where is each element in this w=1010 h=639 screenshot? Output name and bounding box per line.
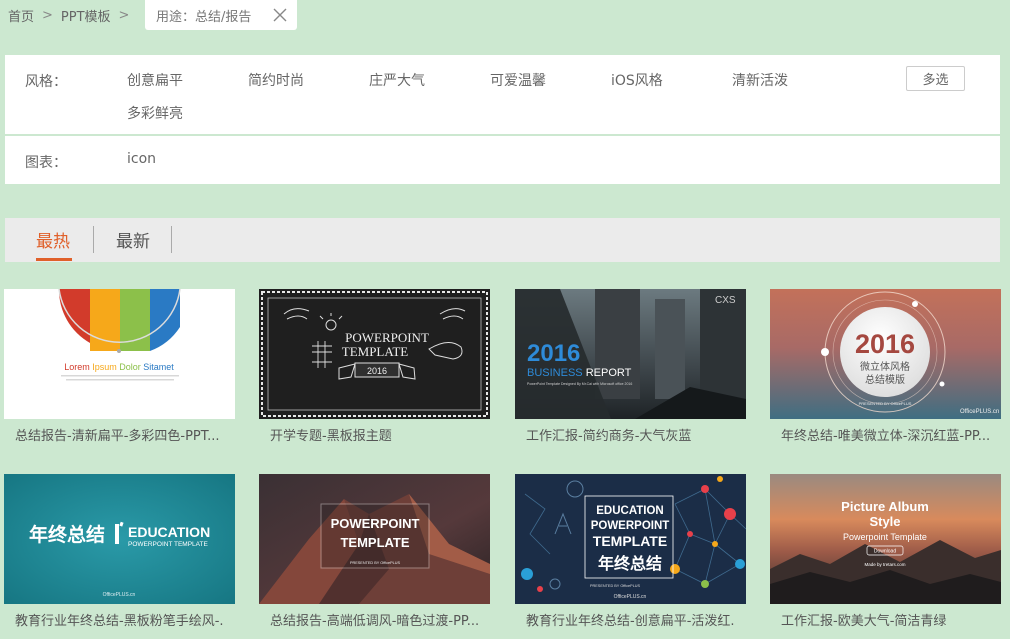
style-option-cute[interactable]: 可爱温馨 (490, 70, 546, 90)
tab-divider (93, 226, 94, 253)
svg-text:BUSINESS REPORT: BUSINESS REPORT (527, 367, 632, 379)
thumb-brand: CXS (715, 295, 736, 306)
thumb-brand: OfficePLUS.cn (960, 409, 999, 415)
thumb-line2: TEMPLATE (340, 535, 409, 550)
thumb-line1: Picture Album (841, 499, 929, 514)
breadcrumb-separator: > (118, 7, 130, 23)
thumb-report: REPORT (583, 367, 632, 379)
template-card[interactable]: 2016 微立体风格 总结模版 PRESENTED BY OfficePLUS … (770, 289, 1001, 444)
template-title: 总结报告-清新扁平-多彩四色-PPT... (15, 429, 220, 444)
template-title: 工作汇报-欧美大气-简洁青绿 (781, 614, 947, 629)
thumb-presented: PRESENTED BY OfficePLUS (859, 401, 912, 406)
breadcrumb-home[interactable]: 首页 (8, 6, 34, 25)
thumb-presented: PRESENTED BY OfficePLUS (350, 561, 401, 565)
style-option-colorful[interactable]: 多彩鲜亮 (127, 103, 183, 123)
style-option-fresh[interactable]: 清新活泼 (732, 70, 788, 90)
template-thumbnail: 2016 微立体风格 总结模版 PRESENTED BY OfficePLUS … (770, 289, 1001, 419)
thumb-year: 2016 (367, 366, 387, 376)
style-option-ios[interactable]: iOS风格 (611, 70, 663, 90)
thumb-year: 2016 (855, 329, 915, 359)
thumb-brand: OfficePLUS.cn (103, 592, 136, 598)
thumb-business: BUSINESS (527, 367, 583, 379)
template-title: 教育行业年终总结-黑板粉笔手绘风-... (15, 614, 224, 629)
sort-tab-bar: 最热 最新 (5, 218, 1000, 262)
thumb-heading-part: Sitamet (143, 362, 174, 372)
thumb-cn-title: 年终总结 (29, 523, 105, 546)
style-option-flat[interactable]: 创意扁平 (127, 70, 183, 90)
style-filter-label: 风格： (25, 74, 67, 90)
thumb-sub1: 微立体风格 (860, 360, 910, 373)
thumb-sub: Powerpoint Template (843, 532, 927, 542)
thumb-heading-part: Ipsum (92, 362, 119, 372)
breadcrumb-ppt-templates[interactable]: PPT模板 (61, 6, 111, 25)
thumb-heading-part: Dolor (119, 362, 143, 372)
active-filter-tag: 用途：总结/报告 (145, 0, 297, 30)
template-card[interactable]: EDUCATION POWERPOINT TEMPLATE 年终总结 PRESE… (515, 474, 746, 629)
tab-divider (171, 226, 172, 253)
template-card[interactable]: Lorem Ipsum Dolor Sitamet 总结报告-清新扁平-多彩四色… (4, 289, 235, 444)
template-thumbnail: Lorem Ipsum Dolor Sitamet (4, 289, 235, 419)
active-filter-label: 用途：总结/报告 (156, 9, 252, 25)
active-tab-indicator (36, 258, 72, 261)
chart-filter-label: 图表： (25, 155, 67, 171)
template-thumbnail: 2016 BUSINESS REPORT PowerPoint Template… (515, 289, 746, 419)
template-thumbnail: POWERPOINT TEMPLATE PRESENTED BY OfficeP… (259, 474, 490, 604)
template-title: 年终总结-唯美微立体-深沉红蓝-PP... (781, 429, 990, 444)
svg-text:Lorem Ipsum Dolor Sitamet: Lorem Ipsum Dolor Sitamet (64, 362, 174, 372)
thumb-line1: EDUCATION (596, 505, 664, 517)
template-thumbnail: POWERPOINT TEMPLATE 2016 (259, 289, 490, 419)
template-card[interactable]: Picture Album Style Powerpoint Template … (770, 474, 1001, 629)
template-card[interactable]: POWERPOINT TEMPLATE PRESENTED BY OfficeP… (259, 474, 490, 629)
breadcrumb: 首页 > PPT模板 > (8, 0, 137, 30)
template-title: 总结报告-高端低调风-暗色过渡-PP... (270, 614, 479, 629)
thumb-made-by: Made by tretars.com (864, 562, 905, 567)
thumb-line2: TEMPLATE (342, 344, 409, 359)
thumb-line1: POWERPOINT (345, 330, 429, 345)
multi-select-button[interactable]: 多选 (906, 66, 965, 91)
tab-newest[interactable]: 最新 (116, 227, 150, 252)
thumb-line2: POWERPOINT (591, 520, 670, 532)
template-thumbnail: EDUCATION POWERPOINT TEMPLATE 年终总结 PRESE… (515, 474, 746, 604)
chart-option-icon[interactable]: icon (127, 151, 156, 167)
style-filter-panel: 风格： 创意扁平 简约时尚 庄严大气 可爱温馨 iOS风格 清新活泼 多彩鲜亮 … (5, 55, 1000, 134)
template-title: 工作汇报-简约商务-大气灰蓝 (526, 429, 692, 444)
template-thumbnail: 年终总结 EDUCATION POWERPOINT TEMPLATE Offic… (4, 474, 235, 604)
close-icon[interactable] (272, 7, 288, 23)
thumb-download-button: Download (874, 549, 896, 555)
thumb-line2: Style (869, 514, 900, 529)
breadcrumb-separator: > (42, 7, 53, 23)
style-option-grand[interactable]: 庄严大气 (369, 70, 425, 90)
thumb-line3: TEMPLATE (593, 533, 667, 549)
template-title: 开学专题-黑板报主题 (270, 429, 392, 444)
thumb-heading-part: Lorem (64, 362, 92, 372)
thumb-sub2: 总结模版 (865, 373, 905, 386)
template-thumbnail: Picture Album Style Powerpoint Template … (770, 474, 1001, 604)
style-option-simple[interactable]: 简约时尚 (248, 70, 304, 90)
chart-filter-panel: 图表： icon (5, 136, 1000, 184)
tab-hottest[interactable]: 最热 (36, 227, 70, 252)
template-card[interactable]: 年终总结 EDUCATION POWERPOINT TEMPLATE Offic… (4, 474, 235, 629)
template-card[interactable]: POWERPOINT TEMPLATE 2016 开学专题-黑板报主题 (259, 289, 490, 444)
thumb-cn-title: 年终总结 (598, 554, 662, 573)
template-card[interactable]: 2016 BUSINESS REPORT PowerPoint Template… (515, 289, 746, 444)
thumb-year: 2016 (527, 340, 580, 367)
template-title: 教育行业年终总结-创意扁平-活泼红... (526, 614, 735, 629)
thumb-presented: PRESENTED BY OfficePLUS (590, 584, 641, 588)
thumb-brand: OfficePLUS.cn (614, 594, 647, 600)
thumb-en2: POWERPOINT TEMPLATE (128, 541, 208, 548)
thumb-caption: PowerPoint Template Designed By Mr.Cai w… (527, 382, 632, 386)
thumb-line1: POWERPOINT (331, 516, 420, 531)
thumb-en1: EDUCATION (128, 524, 210, 540)
